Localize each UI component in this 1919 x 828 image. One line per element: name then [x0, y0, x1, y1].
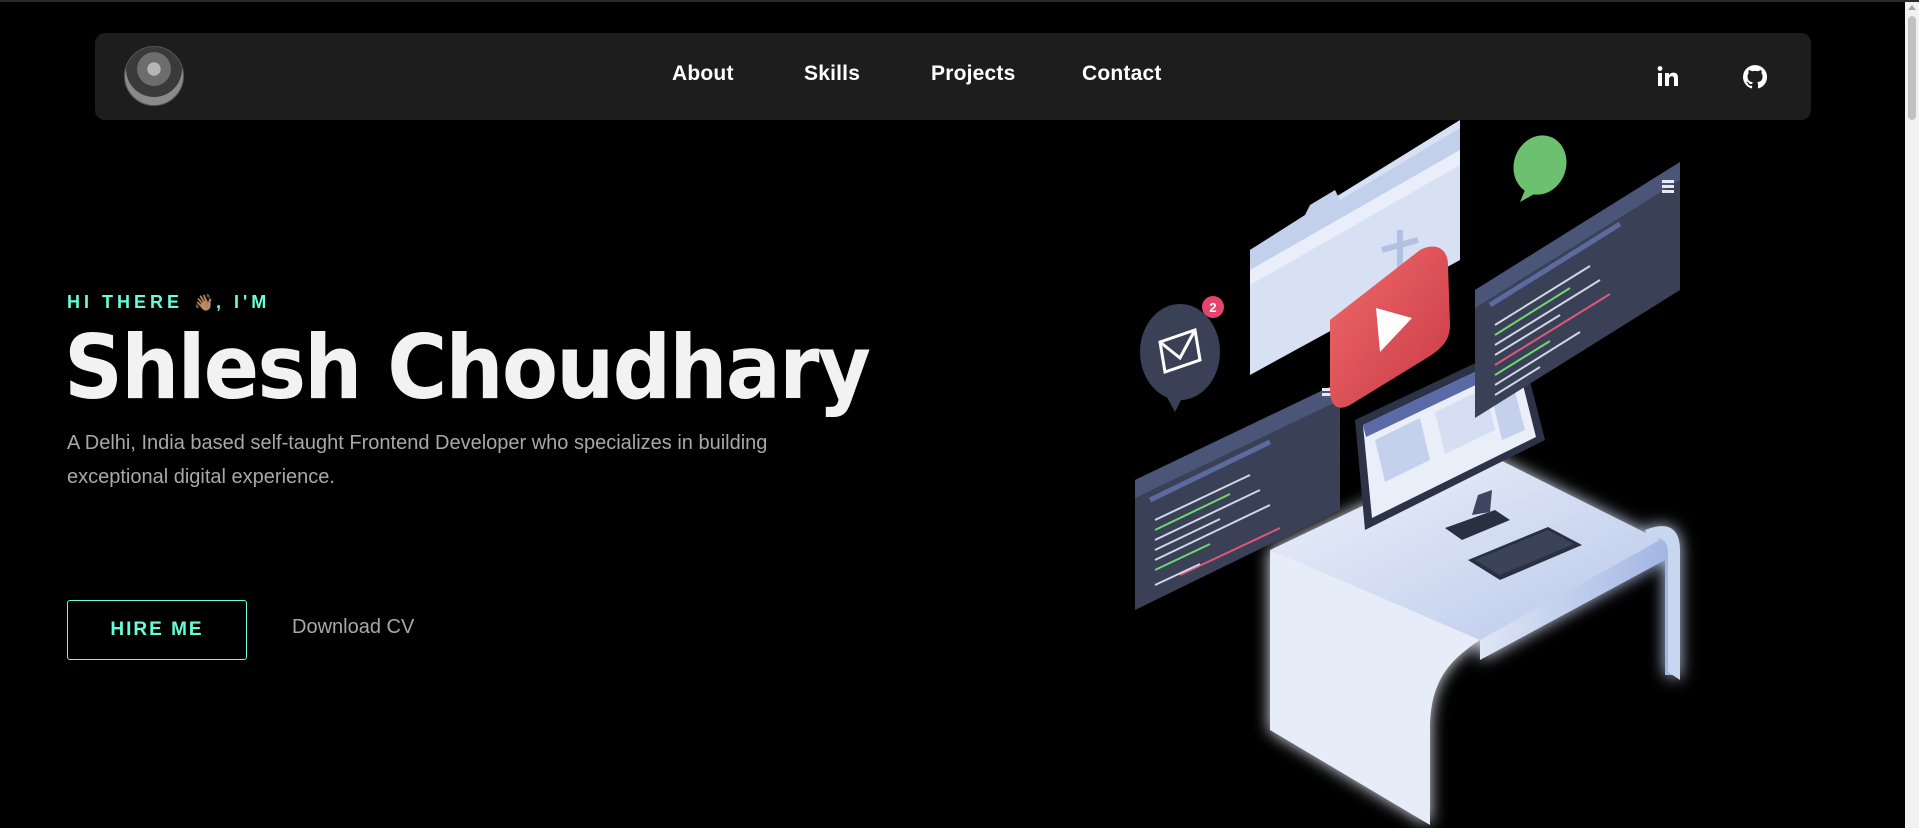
nav-link-contact[interactable]: Contact — [1082, 62, 1162, 86]
download-cv-link[interactable]: Download CV — [292, 616, 414, 639]
nav-link-projects[interactable]: Projects — [931, 62, 1015, 86]
nav-link-skills[interactable]: Skills — [804, 62, 860, 86]
greeting-text: HI THERE 👋🏽, I'M — [67, 292, 271, 312]
hero-name: Shlesh Choudhary — [64, 316, 871, 419]
hire-me-button[interactable]: HIRE ME — [67, 600, 247, 660]
scrollbar-thumb[interactable] — [1908, 16, 1916, 120]
mail-bubble-icon: 2 — [1140, 296, 1224, 412]
scroll-up-icon[interactable] — [1908, 5, 1916, 10]
linkedin-icon[interactable] — [1654, 63, 1682, 91]
scrollbar[interactable] — [1905, 2, 1919, 828]
waving-hand-icon: 👋🏽 — [194, 295, 214, 312]
navbar: About Skills Projects Contact — [95, 33, 1811, 120]
nav-link-about[interactable]: About — [672, 62, 734, 86]
workspace-illustration: 2 — [1100, 120, 1720, 828]
nav-links: About Skills Projects Contact — [95, 33, 1811, 120]
chat-bubble-icon — [1513, 135, 1567, 202]
hero-intro: A Delhi, India based self-taught Fronten… — [67, 432, 768, 488]
github-icon[interactable] — [1741, 63, 1769, 91]
notification-badge: 2 — [1209, 300, 1216, 315]
page: About Skills Projects Contact HI THERE 👋… — [0, 0, 1919, 828]
code-window-right — [1475, 162, 1680, 418]
